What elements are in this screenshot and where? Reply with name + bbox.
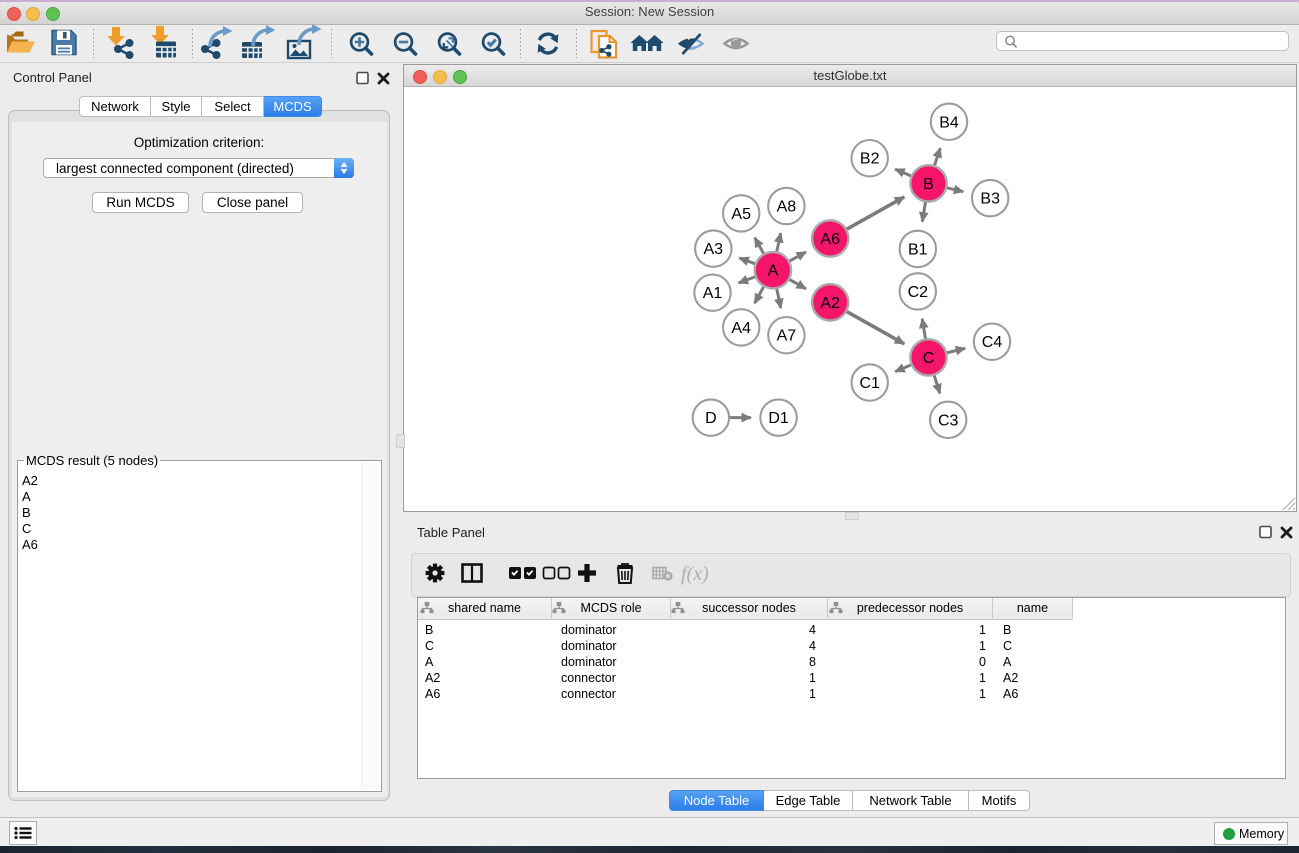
svg-text:A7: A7	[777, 328, 797, 345]
svg-text:B1: B1	[908, 241, 928, 258]
svg-text:B2: B2	[860, 151, 880, 168]
svg-text:A5: A5	[731, 206, 751, 223]
svg-text:C3: C3	[938, 412, 959, 429]
svg-text:C2: C2	[908, 284, 929, 301]
svg-text:D: D	[705, 410, 717, 427]
svg-text:A3: A3	[704, 241, 724, 258]
svg-text:B4: B4	[939, 114, 959, 131]
svg-text:B3: B3	[980, 191, 1000, 208]
svg-text:C4: C4	[982, 334, 1003, 351]
svg-text:A1: A1	[703, 285, 723, 302]
svg-text:A6: A6	[820, 231, 840, 248]
svg-text:D1: D1	[768, 410, 789, 427]
svg-text:f(x): f(x)	[681, 563, 709, 585]
svg-text:A: A	[768, 263, 779, 280]
svg-text:C: C	[923, 350, 935, 367]
svg-text:A2: A2	[820, 295, 840, 312]
svg-text:B: B	[923, 176, 934, 193]
svg-text:A4: A4	[731, 320, 751, 337]
svg-text:C1: C1	[859, 375, 880, 392]
svg-text:A8: A8	[777, 199, 797, 216]
